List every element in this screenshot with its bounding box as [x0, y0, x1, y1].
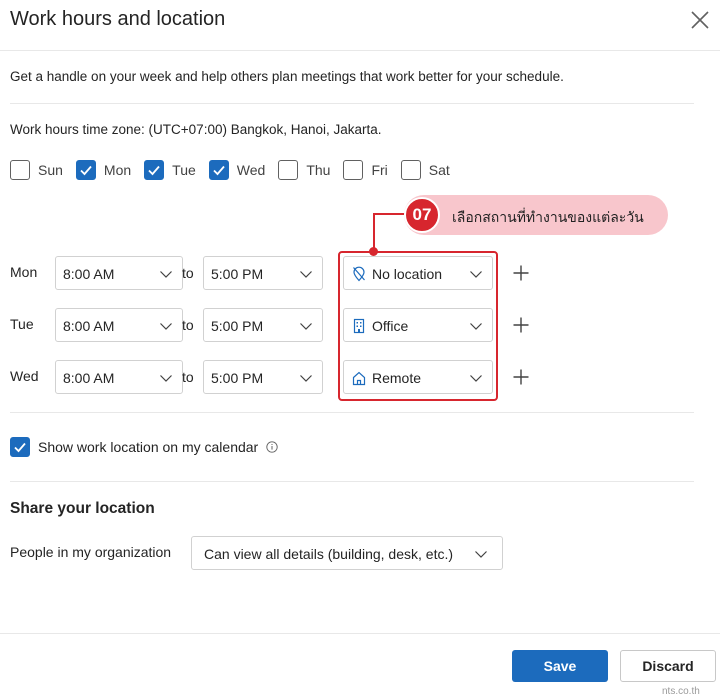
checkmark-icon [148, 165, 160, 176]
day-label: Thu [306, 162, 331, 178]
checkmark-icon [14, 442, 26, 453]
row-day-label: Wed [10, 368, 39, 384]
add-icon[interactable] [512, 368, 530, 386]
start-time-value: 8:00 AM [63, 318, 115, 334]
day-label: Fri [371, 162, 388, 178]
chevron-down-icon [160, 271, 172, 278]
chevron-down-icon [300, 375, 312, 382]
info-icon[interactable] [266, 441, 278, 453]
header-divider [0, 50, 720, 51]
row-day-label: Tue [10, 316, 34, 332]
day-label: Mon [103, 162, 132, 178]
permission-value: Can view all details (building, desk, et… [204, 546, 454, 562]
add-icon[interactable] [512, 264, 530, 282]
footer-divider [0, 633, 720, 634]
chevron-down-icon [160, 323, 172, 330]
chevron-down-icon [300, 323, 312, 330]
people-label: People in my organization [10, 544, 172, 560]
start-time-value: 8:00 AM [63, 266, 115, 282]
day-option-mon[interactable]: Mon [75, 160, 132, 180]
day-option-thu[interactable]: Thu [278, 160, 330, 180]
show-location-checkbox[interactable] [10, 437, 30, 457]
start-time-value: 8:00 AM [63, 370, 115, 386]
day-option-sat[interactable]: Sat [400, 160, 450, 180]
day-option-fri[interactable]: Fri [343, 160, 388, 180]
add-icon[interactable] [512, 316, 530, 334]
callout-connector [373, 213, 407, 215]
day-option-sun[interactable]: Sun [10, 160, 63, 180]
discard-button[interactable]: Discard [620, 650, 716, 682]
to-label: to [182, 317, 194, 333]
end-time-dropdown[interactable]: 5:00 PM [203, 308, 323, 342]
day-checkbox[interactable] [75, 160, 96, 180]
end-time-value: 5:00 PM [211, 318, 264, 334]
share-heading: Share your location [10, 500, 155, 517]
day-checkbox[interactable] [208, 160, 229, 180]
day-option-wed[interactable]: Wed [208, 160, 266, 180]
callout-number: 07 [404, 197, 440, 233]
chevron-down-icon [160, 375, 172, 382]
show-location-label: Show work location on my calendar [38, 439, 259, 455]
start-time-dropdown[interactable]: 8:00 AM [55, 256, 183, 290]
save-button[interactable]: Save [512, 650, 608, 682]
day-label: Wed [236, 162, 266, 178]
to-label: to [182, 265, 194, 281]
end-time-value: 5:00 PM [211, 266, 264, 282]
timezone-label: Work hours time zone: (UTC+07:00) Bangko… [10, 122, 382, 137]
callout-connector [373, 213, 375, 251]
weekday-checkboxes: Sun Mon Tue Wed Thu Fri Sat [10, 159, 463, 181]
start-time-dropdown[interactable]: 8:00 AM [55, 308, 183, 342]
day-checkbox[interactable] [278, 160, 299, 180]
day-label: Sat [428, 162, 450, 178]
end-time-dropdown[interactable]: 5:00 PM [203, 360, 323, 394]
start-time-dropdown[interactable]: 8:00 AM [55, 360, 183, 394]
dialog-description: Get a handle on your week and help other… [10, 69, 564, 84]
divider [10, 412, 694, 413]
permission-dropdown[interactable]: Can view all details (building, desk, et… [191, 536, 503, 570]
day-checkbox[interactable] [343, 160, 364, 180]
divider [10, 481, 694, 482]
checkmark-icon [213, 165, 225, 176]
dialog-title: Work hours and location [10, 8, 226, 30]
day-checkbox[interactable] [10, 160, 30, 180]
day-checkbox[interactable] [144, 160, 165, 180]
callout-text: เลือกสถานที่ทำงานของแต่ละวัน [452, 209, 644, 225]
callout-highlight-box [338, 251, 498, 401]
watermark: nts.co.th [662, 686, 700, 697]
checkmark-icon [80, 165, 92, 176]
chevron-down-icon [300, 271, 312, 278]
divider [10, 103, 694, 104]
close-icon[interactable] [688, 8, 712, 32]
end-time-dropdown[interactable]: 5:00 PM [203, 256, 323, 290]
chevron-down-icon [475, 551, 487, 558]
day-option-tue[interactable]: Tue [144, 160, 196, 180]
show-location-option[interactable]: Show work location on my calendar [10, 437, 278, 457]
to-label: to [182, 369, 194, 385]
end-time-value: 5:00 PM [211, 370, 264, 386]
row-day-label: Mon [10, 264, 38, 280]
day-label: Tue [172, 162, 196, 178]
day-label: Sun [38, 162, 63, 178]
day-checkbox[interactable] [400, 160, 421, 180]
